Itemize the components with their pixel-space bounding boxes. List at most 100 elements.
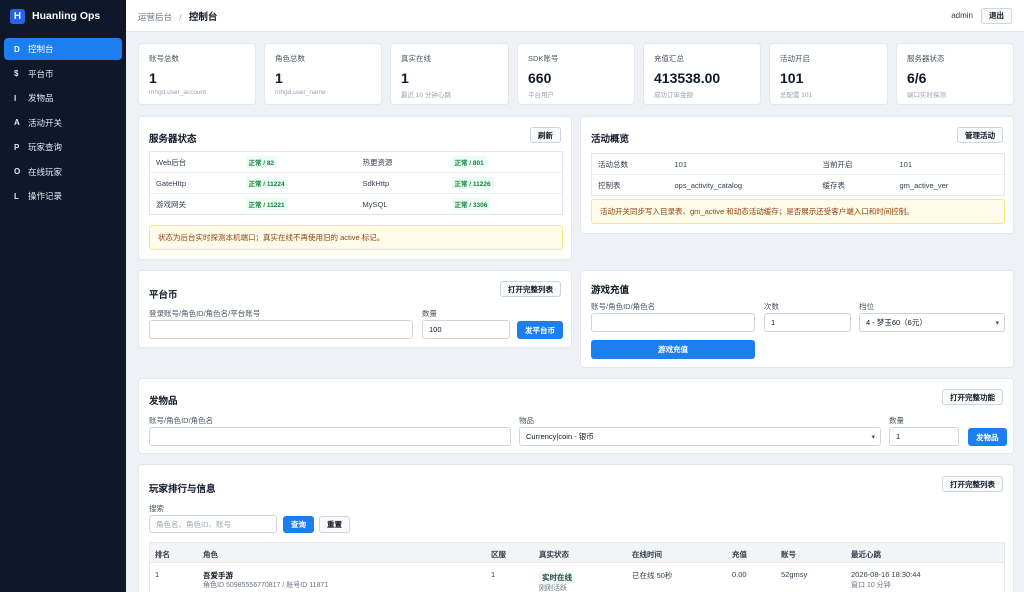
- stat-card-activity: 活动开启 101 总配置 101: [769, 43, 888, 105]
- brand: H Huanling Ops: [0, 0, 126, 32]
- heartbeat-sub: 窗口 10 分钟: [851, 582, 891, 589]
- stat-label: 服务器状态: [907, 54, 945, 63]
- item-label: 物品: [519, 416, 534, 425]
- sidebar-item-activity[interactable]: A 活动开关: [4, 112, 122, 134]
- sidebar-item-label: 活动开关: [28, 117, 63, 128]
- online-icon: O: [14, 167, 21, 176]
- stat-label: 真实在线: [401, 54, 431, 63]
- activity-icon: A: [14, 118, 20, 127]
- server-name: 热更资源: [356, 151, 446, 173]
- column-header: 充值: [732, 550, 747, 559]
- sidebar-item-platform-coin[interactable]: $ 平台币: [4, 63, 122, 85]
- activity-table: 活动总数 101 当前开启 101 控制表 ops_activity_catal…: [591, 153, 1005, 196]
- column-header: 排名: [155, 550, 170, 559]
- sidebar-item-label: 操作记录: [28, 191, 63, 201]
- recharge-cell: 0.00: [732, 570, 747, 579]
- sidebar-item-label: 发物品: [28, 93, 54, 103]
- count-label: 次数: [764, 302, 779, 311]
- stat-note: mhgd.user_account: [149, 89, 207, 96]
- sidebar-item-player-query[interactable]: P 玩家查询: [4, 136, 122, 158]
- stat-card-server: 服务器状态 6/6 端口实时探测: [896, 43, 1014, 105]
- table-row: 控制表 ops_activity_catalog 缓存表 gm_active_v…: [592, 175, 1005, 196]
- recharge-count-input[interactable]: 1: [764, 313, 851, 332]
- player-search-input[interactable]: 角色名、角色ID、账号: [149, 515, 277, 533]
- table-row: 游戏网关 正常 / 11221 MySQL 正常 / 3306: [150, 194, 563, 215]
- item-quantity-input[interactable]: 1: [889, 427, 959, 446]
- stat-value: 6/6: [907, 70, 927, 86]
- role-ids: 角色ID 50985556770817 / 账号ID 11871: [203, 582, 329, 589]
- activity-key: 缓存表: [822, 180, 846, 190]
- dollar-icon: $: [14, 69, 19, 78]
- sidebar-item-operation-log[interactable]: L 操作记录: [4, 185, 122, 207]
- activity-value: 101: [668, 153, 817, 175]
- recharge-submit-button[interactable]: 游戏充值: [591, 340, 755, 359]
- stat-label: 充值汇总: [654, 54, 684, 63]
- activity-key: 当前开启: [816, 153, 894, 175]
- stat-value: 413538.00: [654, 70, 721, 86]
- query-button[interactable]: 查询: [283, 516, 314, 533]
- server-name: 游戏网关: [156, 199, 186, 209]
- player-icon: P: [14, 142, 20, 152]
- item-account-input[interactable]: [149, 427, 511, 446]
- stat-value: 101: [780, 70, 804, 86]
- open-full-list-button[interactable]: 打开完整列表: [500, 281, 561, 297]
- reset-button[interactable]: 重置: [319, 516, 350, 533]
- column-header: 角色: [203, 550, 218, 559]
- coin-account-input[interactable]: [149, 320, 413, 339]
- stat-label: 活动开启: [780, 54, 810, 63]
- status-badge: 正常 / 11221: [245, 198, 288, 210]
- status-badge: 正常 / 3306: [451, 198, 491, 210]
- activity-key: 控制表: [598, 180, 621, 190]
- selected-tier: 4 - 梦玉60（6元）: [866, 318, 927, 327]
- recharge-account-input[interactable]: [591, 313, 755, 332]
- stat-note: 端口实时探测: [907, 92, 946, 99]
- sidebar-item-dashboard[interactable]: D 控制台: [4, 38, 122, 60]
- server-name: MySQL: [362, 199, 388, 209]
- activity-notice: 活动开关同步写入目录表、gm_active 和动态活动缓存；是否展示还受客户端入…: [591, 199, 1005, 224]
- stat-label: 账号总数: [149, 54, 179, 63]
- stat-note: mhgd.user_name: [275, 89, 326, 96]
- heartbeat-cell: 2026-08-16 18:30:44: [851, 570, 921, 579]
- selected-item: Currency|coin - 银币: [526, 432, 594, 441]
- status-badge: 正常 / 82: [245, 156, 278, 168]
- activity-value: ops_activity_catalog: [674, 180, 743, 190]
- sidebar-item-online-players[interactable]: O 在线玩家: [4, 161, 122, 183]
- brand-logo-icon: H: [10, 8, 25, 24]
- server-name: SdkHttp: [356, 172, 446, 194]
- item-icon: I: [14, 93, 17, 103]
- column-header: 在线时间: [632, 550, 662, 559]
- manage-activity-button[interactable]: 管理活动: [957, 127, 1003, 143]
- brand-name: Huanling Ops: [32, 10, 101, 22]
- account-label: 账号/角色ID/角色名: [149, 416, 214, 425]
- coin-quantity-input[interactable]: 100: [422, 320, 510, 339]
- account-label: 登录账号/角色ID/角色名/平台账号: [149, 309, 261, 318]
- activity-key: 活动总数: [591, 153, 669, 175]
- send-coin-button[interactable]: 发平台币: [517, 321, 563, 339]
- item-select[interactable]: Currency|coin - 银币 ▾: [519, 427, 881, 446]
- refresh-button[interactable]: 刷新: [530, 127, 561, 143]
- recharge-tier-select[interactable]: 4 - 梦玉60（6元） ▾: [859, 313, 1005, 332]
- activity-value: gm_active_ver: [899, 180, 949, 190]
- stat-value: 660: [528, 70, 552, 86]
- logout-button[interactable]: 退出: [981, 7, 1012, 24]
- breadcrumb-root[interactable]: 运营后台: [138, 12, 172, 22]
- table-row: 活动总数 101 当前开启 101: [591, 153, 1005, 175]
- server-status-notice: 状态为后台实时探测本机端口；真实在线不再使用旧的 active 标记。: [149, 225, 563, 250]
- sidebar-item-send-item[interactable]: I 发物品: [4, 87, 122, 109]
- breadcrumb: 运营后台 / 控制台: [138, 9, 217, 23]
- search-label: 搜索: [149, 504, 164, 513]
- server-name: Web后台: [149, 151, 240, 173]
- status-badge: 正常 / 801: [451, 156, 487, 168]
- player-ranking-panel: 玩家排行与信息 打开完整列表 搜索 角色名、角色ID、账号 查询 重置 排名 角…: [138, 464, 1014, 592]
- open-player-list-button[interactable]: 打开完整列表: [942, 476, 1003, 492]
- stat-note: 平台用户: [528, 92, 554, 99]
- server-name: GateHttp: [149, 172, 240, 194]
- send-item-button[interactable]: 发物品: [968, 428, 1007, 446]
- status-badge: 正常 / 11224: [245, 177, 288, 189]
- chevron-down-icon: ▾: [871, 434, 875, 441]
- stat-note: 最近 10 分钟心跳: [401, 92, 451, 99]
- header-user-area: admin 退出: [951, 7, 1012, 24]
- stat-card-sdk-accounts: SDK账号 660 平台用户: [517, 43, 635, 105]
- online-time-cell: 已在线 50秒: [632, 571, 673, 580]
- open-full-function-button[interactable]: 打开完整功能: [942, 389, 1003, 405]
